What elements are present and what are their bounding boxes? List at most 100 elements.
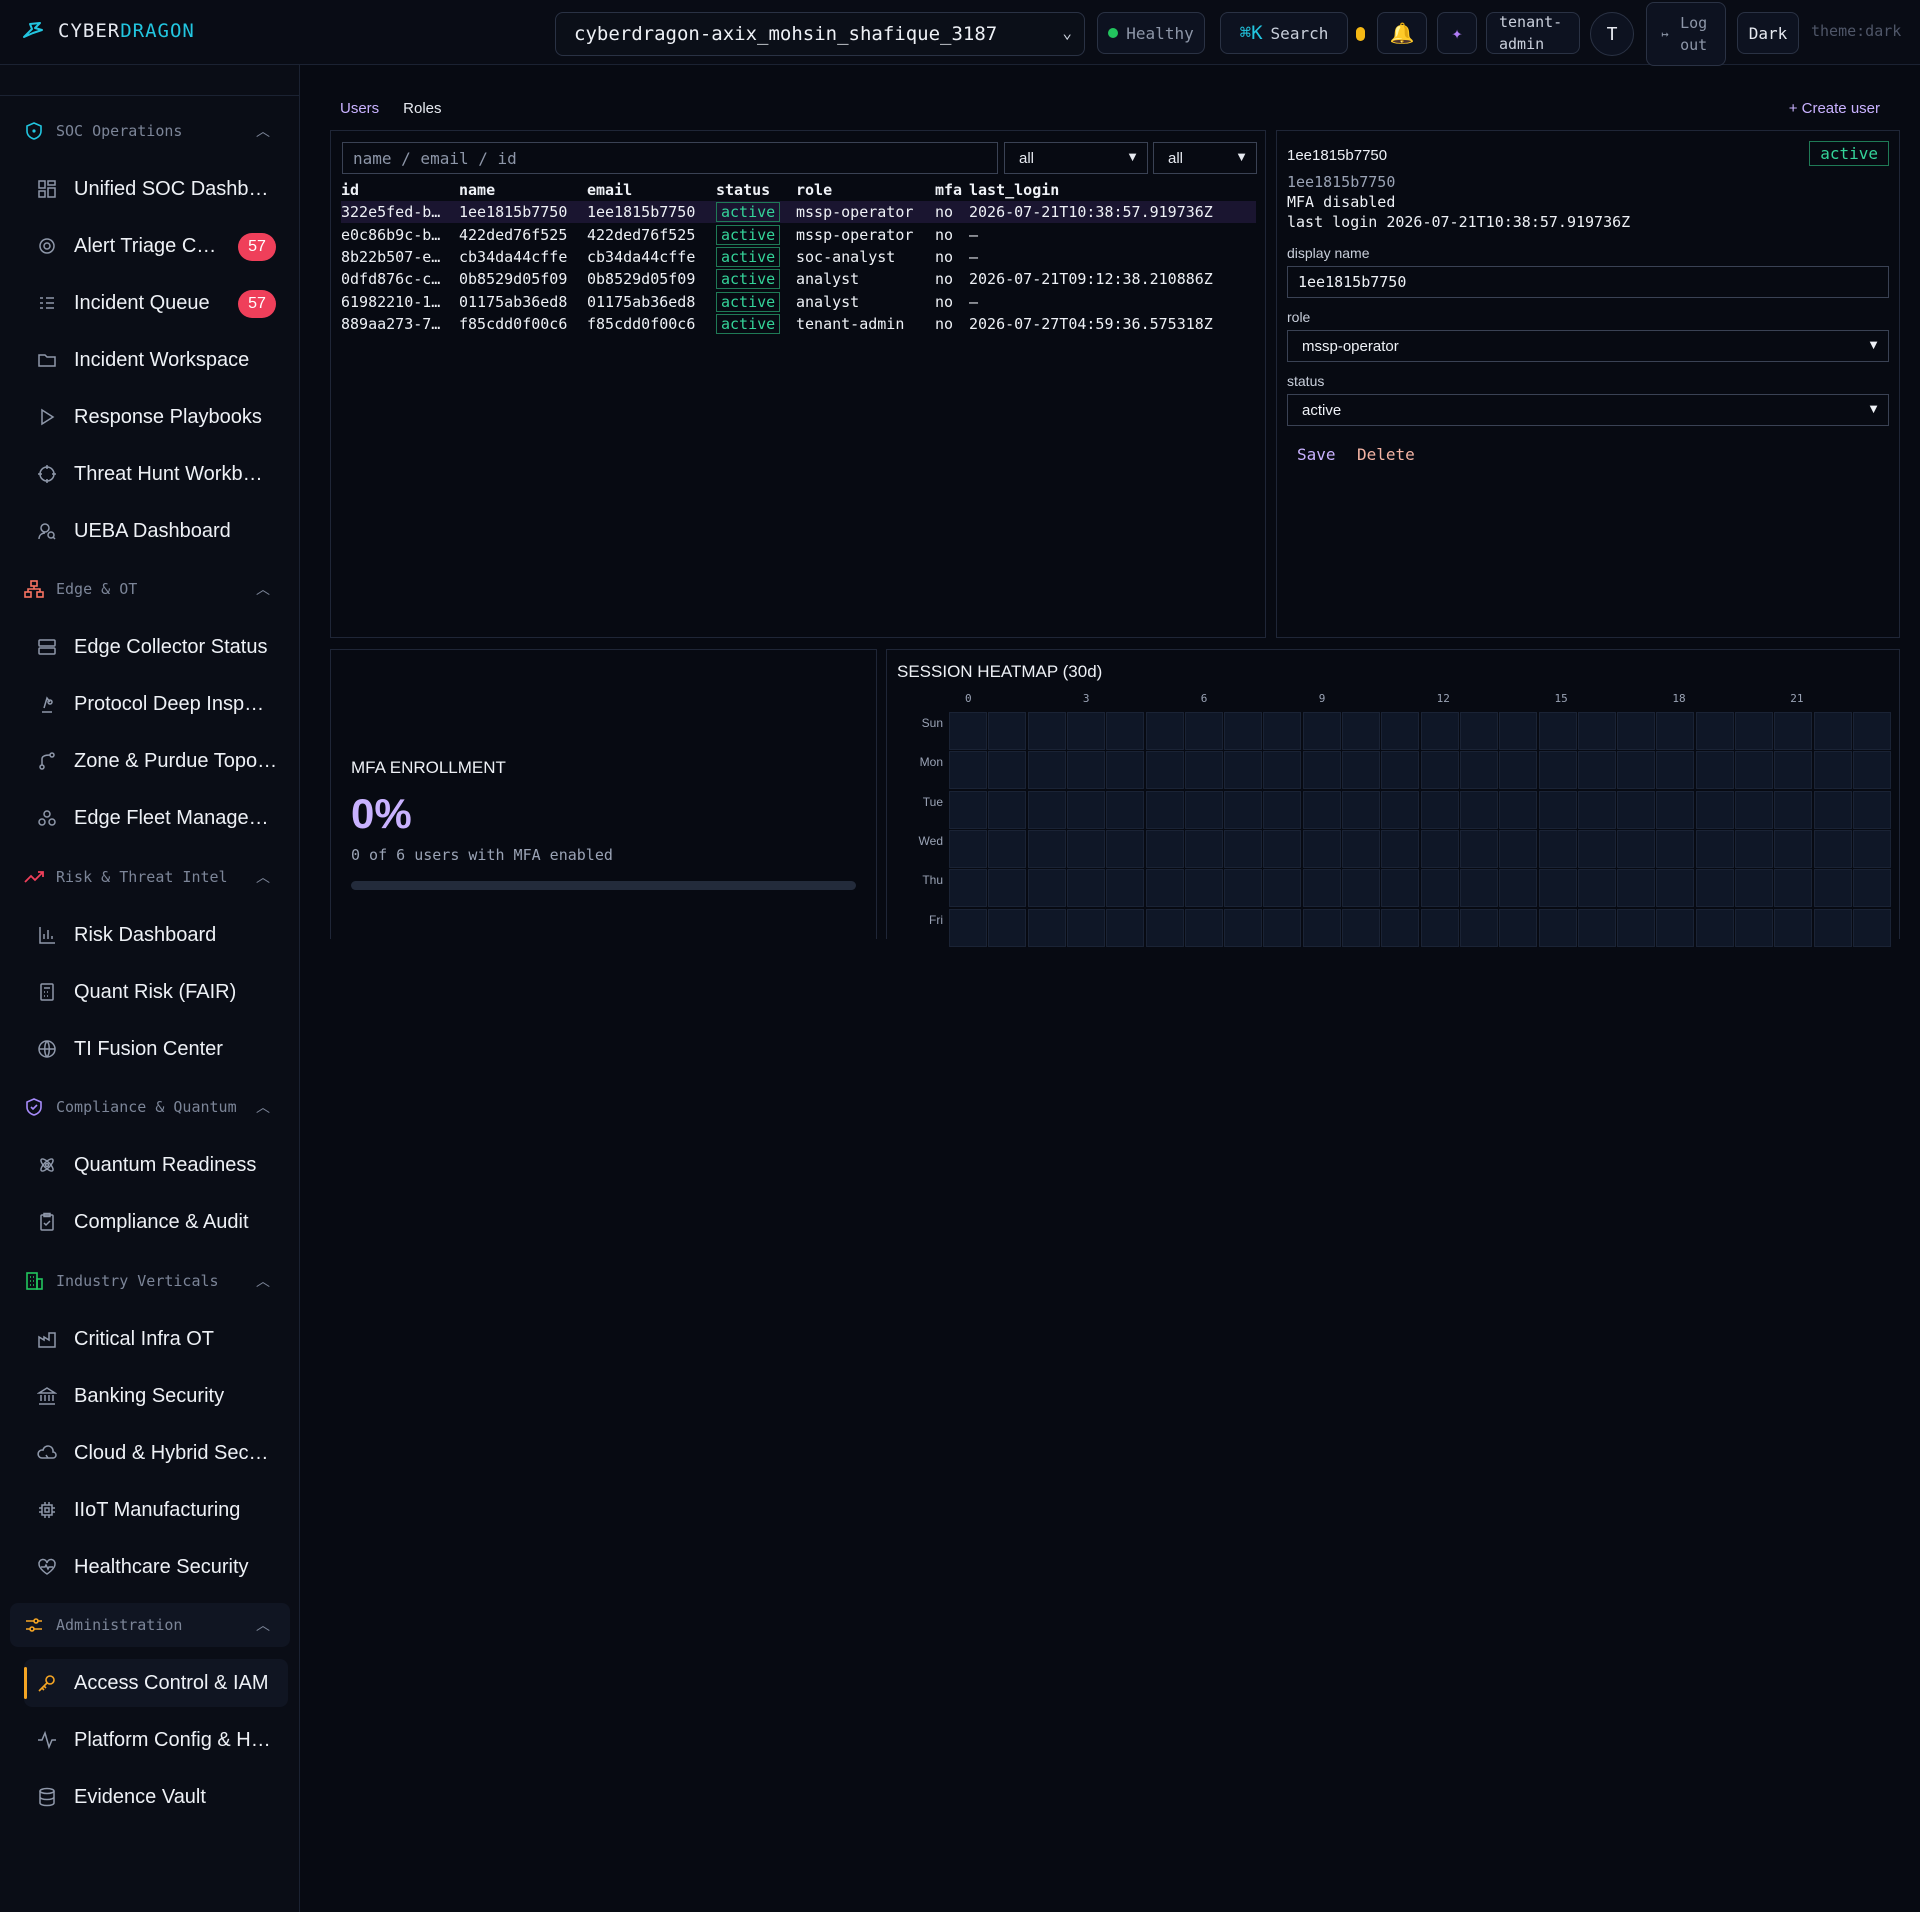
table-row[interactable]: 0dfd876c-c… 0b8529d05f09 0b8529d05f09 ac… (341, 268, 1256, 290)
cell-id: 889aa273-7… (341, 315, 441, 334)
heatmap-cell (1538, 869, 1577, 908)
sidebar-item-banking-security[interactable]: Banking Security (24, 1372, 288, 1420)
sidebar-item-response-playbooks[interactable]: Response Playbooks (24, 393, 288, 441)
sidebar-item-label: Response Playbooks (74, 405, 262, 428)
sidebar-item-quant-risk-fair[interactable]: Quant Risk (FAIR) (24, 968, 288, 1016)
sidebar-item-protocol-deep-inspection[interactable]: Protocol Deep Inspection (24, 680, 288, 728)
sidebar-item-iiot-manufacturing[interactable]: IIoT Manufacturing (24, 1486, 288, 1534)
cell-mfa: no (935, 247, 954, 266)
column-header-email[interactable]: email (587, 179, 716, 201)
cell-name: 1ee1815b7750 (459, 201, 587, 224)
logout-button[interactable]: ↦ Log out (1646, 2, 1726, 66)
sidebar-group-edge-ot[interactable]: Edge & OT ︿ (10, 567, 290, 611)
column-header-status[interactable]: status (716, 179, 796, 201)
display-name-field[interactable]: 1ee1815b7750 (1287, 266, 1889, 298)
sidebar-item-label: Unified SOC Dashboard (74, 177, 270, 200)
column-header-last-login[interactable]: last_login (969, 179, 1256, 201)
heatmap-cell (1263, 712, 1302, 750)
column-header-id[interactable]: id (341, 179, 459, 201)
sidebar-group-administration[interactable]: Administration ︿ (10, 1603, 290, 1647)
top-bar: CYBERDRAGON cyberdragon-axix_mohsin_shaf… (0, 0, 1920, 66)
user-detail-last-login: last login 2026-07-21T10:38:57.919736Z (1287, 213, 1631, 231)
sidebar-item-incident-queue[interactable]: Incident Queue 57 (24, 279, 288, 327)
theme-toggle-label: Dark (1748, 23, 1788, 43)
save-button[interactable]: Save (1297, 445, 1336, 464)
sidebar-item-cloud-hybrid-security[interactable]: Cloud & Hybrid Security (24, 1429, 288, 1477)
user-search-input[interactable]: name / email / id (342, 142, 998, 174)
tab-users[interactable]: Users (340, 100, 379, 117)
table-row[interactable]: 61982210-1… 01175ab36ed8 01175ab36ed8 ac… (341, 291, 1256, 313)
theme-toggle-button[interactable]: Dark (1737, 12, 1799, 54)
cell-mfa: no (935, 201, 969, 224)
search-button[interactable]: ⌘K Search (1220, 12, 1348, 54)
column-header-mfa[interactable]: mfa (935, 179, 969, 201)
table-row[interactable]: 8b22b507-e… cb34da44cffe cb34da44cffe ac… (341, 246, 1256, 268)
table-row[interactable]: 889aa273-7… f85cdd0f00c6 f85cdd0f00c6 ac… (341, 313, 1256, 335)
table-row[interactable]: e0c86b9c-b… 422ded76f525 422ded76f525 ac… (341, 223, 1256, 245)
sidebar-item-threat-hunt-workbench[interactable]: Threat Hunt Workbench (24, 450, 288, 498)
sidebar-item-risk-dashboard[interactable]: Risk Dashboard (24, 911, 288, 959)
sidebar-item-platform-config-health[interactable]: Platform Config & Health (24, 1716, 288, 1764)
heatmap-cell (1774, 869, 1813, 908)
sidebar-item-evidence-vault[interactable]: Evidence Vault (24, 1773, 288, 1821)
create-user-button[interactable]: + Create user (1789, 100, 1880, 117)
heatmap-cell (1342, 829, 1380, 868)
brand-logo[interactable]: CYBERDRAGON (22, 20, 195, 42)
sidebar-item-compliance-audit[interactable]: Compliance & Audit (24, 1198, 288, 1246)
heatmap-cell (1381, 908, 1420, 947)
sidebar-item-zone-purdue-topology[interactable]: Zone & Purdue Topology (24, 737, 288, 785)
status-filter-select[interactable]: all ▼ (1004, 142, 1148, 174)
heatmap-cell (1577, 829, 1616, 868)
tab-roles[interactable]: Roles (403, 100, 441, 117)
heatmap-cell (1617, 908, 1656, 947)
ai-assistant-button[interactable]: ✦ (1437, 12, 1477, 54)
heatmap-cell (1735, 751, 1773, 790)
sidebar-item-incident-workspace[interactable]: Incident Workspace (24, 336, 288, 384)
column-header-role[interactable]: role (796, 179, 935, 201)
sidebar-item-critical-infra-ot[interactable]: Critical Infra OT (24, 1315, 288, 1363)
cell-role: tenant-admin (796, 315, 905, 334)
heatmap-cell (1813, 829, 1852, 868)
heatmap-cell (1577, 712, 1616, 750)
sidebar-item-alert-triage-center[interactable]: Alert Triage Center 57 (24, 222, 288, 270)
status-select[interactable]: active ▼ (1287, 394, 1889, 426)
heatmap-cell (1381, 712, 1420, 750)
tenant-select-value: cyberdragon-axix_mohsin_shafique_3187 (574, 23, 998, 45)
sidebar-group-industry-verticals[interactable]: Industry Verticals ︿ (10, 1259, 290, 1303)
users-panel: name / email / id all ▼ all ▼ id name em… (330, 130, 1266, 638)
table-row[interactable]: 322e5fed-b… 1ee1815b7750 1ee1815b7750 ac… (341, 201, 1256, 224)
brand-name-part2: DRAGON (120, 20, 195, 42)
sidebar-item-quantum-readiness[interactable]: Quantum Readiness (24, 1141, 288, 1189)
notifications-button[interactable]: 🔔 (1377, 12, 1427, 54)
delete-button[interactable]: Delete (1357, 445, 1415, 464)
users-table: id name email status role mfa last_login… (341, 179, 1256, 335)
sidebar-item-edge-collector-status[interactable]: Edge Collector Status (24, 623, 288, 671)
sidebar-item-label: Access Control & IAM (74, 1671, 269, 1694)
sidebar-group-risk-threat-intel[interactable]: Risk & Threat Intel ︿ (10, 855, 290, 899)
role-select[interactable]: mssp-operator ▼ (1287, 330, 1889, 362)
sidebar-group-compliance-quantum[interactable]: Compliance & Quantum ︿ (10, 1085, 290, 1129)
tenant-select[interactable]: cyberdragon-axix_mohsin_shafique_3187 ⌄ (555, 12, 1085, 56)
sidebar-item-access-control-iam[interactable]: Access Control & IAM (24, 1659, 288, 1707)
heatmap-cell (1499, 751, 1538, 790)
avatar[interactable]: T (1590, 12, 1634, 56)
heatmap-cell (1263, 790, 1302, 829)
sidebar-group-soc-operations[interactable]: SOC Operations ︿ (10, 109, 290, 153)
sidebar-item-ueba-dashboard[interactable]: UEBA Dashboard (24, 507, 288, 555)
cell-last-login: — (969, 225, 979, 244)
sidebar-item-edge-fleet-management[interactable]: Edge Fleet Management (24, 794, 288, 842)
globe-icon (36, 1038, 58, 1060)
column-header-name[interactable]: name (459, 179, 587, 201)
role-label: role (1287, 309, 1311, 325)
heatmap-cell (1577, 790, 1616, 829)
sidebar-item-label: Quantum Readiness (74, 1153, 257, 1176)
sidebar-item-label: Banking Security (74, 1384, 225, 1407)
sidebar-item-healthcare-security[interactable]: Healthcare Security (24, 1543, 288, 1591)
health-status[interactable]: Healthy (1097, 12, 1205, 54)
git-branch-icon (36, 750, 58, 772)
mfa-enrollment-percent: 0% (351, 790, 412, 837)
sidebar-item-unified-soc-dashboard[interactable]: Unified SOC Dashboard (24, 165, 288, 213)
heatmap-cell (1106, 829, 1145, 868)
sidebar-item-ti-fusion-center[interactable]: TI Fusion Center (24, 1025, 288, 1073)
role-filter-select[interactable]: all ▼ (1153, 142, 1257, 174)
